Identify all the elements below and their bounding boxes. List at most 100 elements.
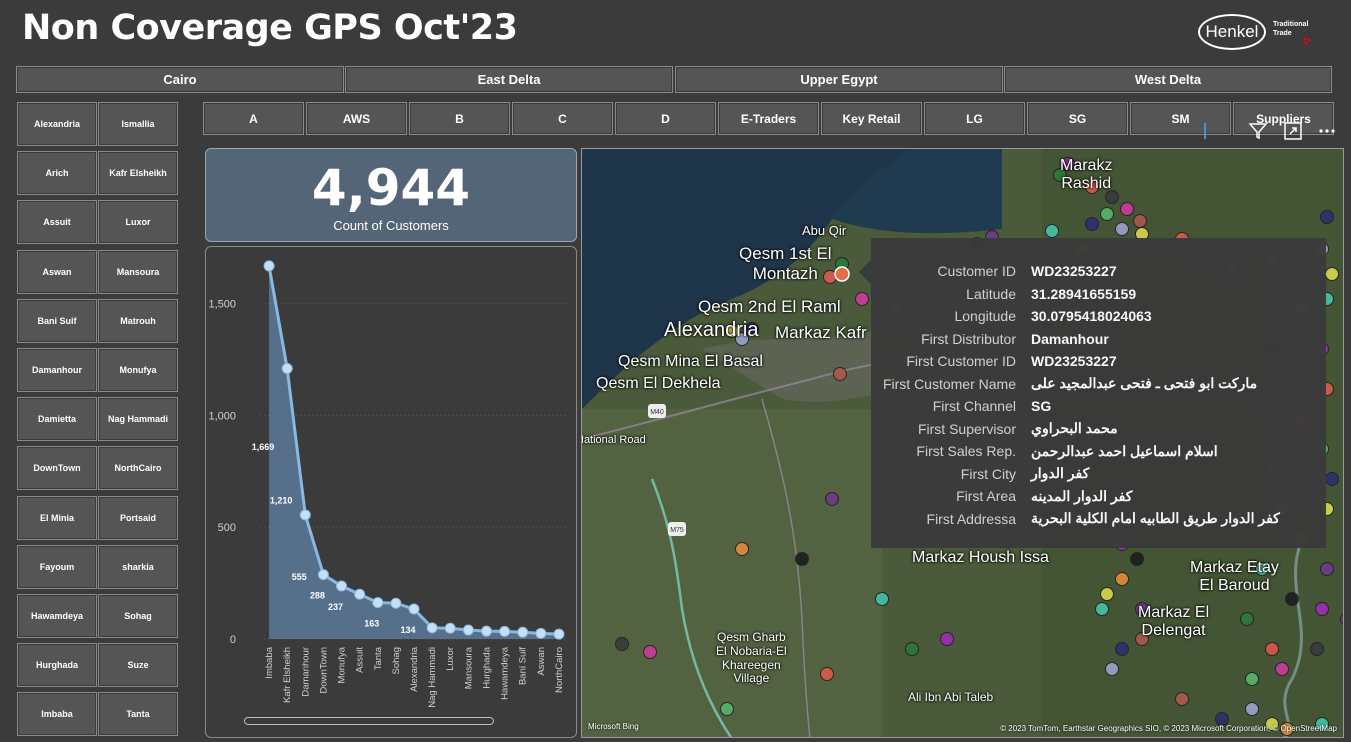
selected-customer-dot[interactable]: [834, 266, 850, 282]
city-button-kafr-elsheikh[interactable]: Kafr Elsheikh: [98, 151, 178, 196]
city-button-downtown[interactable]: DownTown: [17, 446, 97, 491]
customer-dot[interactable]: [1275, 662, 1289, 676]
data-point[interactable]: [390, 597, 402, 609]
data-point[interactable]: [299, 509, 311, 521]
customer-dot[interactable]: [1175, 692, 1189, 706]
city-button-tanta[interactable]: Tanta: [98, 692, 178, 737]
city-button-ismallia[interactable]: Ismallia: [98, 102, 178, 146]
customer-dot[interactable]: [1325, 267, 1339, 281]
city-button-sharkia[interactable]: sharkia: [98, 544, 178, 589]
channel-button-c[interactable]: C: [512, 102, 613, 135]
city-button-imbaba[interactable]: Imbaba: [17, 692, 97, 737]
filter-icon[interactable]: [1245, 118, 1271, 144]
customer-dot[interactable]: [1095, 602, 1109, 616]
city-button-fayoum[interactable]: Fayoum: [17, 544, 97, 589]
data-point[interactable]: [317, 569, 329, 581]
customer-dot[interactable]: [1115, 572, 1129, 586]
channel-button-e-traders[interactable]: E-Traders: [718, 102, 819, 135]
region-button-cairo[interactable]: Cairo: [16, 66, 344, 93]
city-button-matrouh[interactable]: Matrouh: [98, 298, 178, 343]
data-point[interactable]: [517, 626, 529, 638]
city-button-mansoura[interactable]: Mansoura: [98, 249, 178, 294]
customer-dot[interactable]: [1115, 642, 1129, 656]
chart-scrollbar[interactable]: [244, 717, 494, 725]
region-button-west-delta[interactable]: West Delta: [1004, 66, 1332, 93]
data-point[interactable]: [354, 588, 366, 600]
customer-dot[interactable]: [1115, 222, 1129, 236]
more-options-icon[interactable]: [1314, 118, 1340, 144]
data-point[interactable]: [499, 625, 511, 637]
customer-dot[interactable]: [1245, 702, 1259, 716]
region-button-upper-egypt[interactable]: Upper Egypt: [675, 66, 1003, 93]
customer-dot[interactable]: [825, 492, 839, 506]
customer-dot[interactable]: [1315, 602, 1329, 616]
customer-dot[interactable]: [1100, 587, 1114, 601]
customer-dot[interactable]: [615, 637, 629, 651]
customer-dot[interactable]: [735, 542, 749, 556]
customer-dot[interactable]: [1245, 672, 1259, 686]
customer-dot[interactable]: [1105, 662, 1119, 676]
data-point[interactable]: [336, 580, 348, 592]
data-point[interactable]: [535, 627, 547, 639]
customer-dot[interactable]: [875, 592, 889, 606]
info-icon[interactable]: [1192, 118, 1218, 144]
customer-dot[interactable]: [1133, 214, 1147, 228]
channel-button-lg[interactable]: LG: [924, 102, 1025, 135]
customer-dot[interactable]: [905, 642, 919, 656]
customer-dot[interactable]: [1320, 210, 1334, 224]
city-button-monufya[interactable]: Monufya: [98, 348, 178, 392]
channel-button-key-retail[interactable]: Key Retail: [821, 102, 922, 135]
city-button-luxor[interactable]: Luxor: [98, 200, 178, 245]
customer-dot[interactable]: [1130, 552, 1144, 566]
customer-dot[interactable]: [1325, 472, 1339, 486]
data-point[interactable]: [426, 622, 438, 634]
city-button-sohag[interactable]: Sohag: [98, 594, 178, 638]
city-button-nag-hammadi[interactable]: Nag Hammadi: [98, 397, 178, 442]
city-button-hurghada[interactable]: Hurghada: [17, 643, 97, 688]
x-tick-label: Hawamdeya: [500, 646, 511, 700]
customer-dot[interactable]: [1320, 562, 1334, 576]
channel-button-a[interactable]: A: [203, 102, 304, 135]
city-button-assuit[interactable]: Assuit: [17, 200, 97, 245]
region-button-east-delta[interactable]: East Delta: [345, 66, 673, 93]
city-button-el-minia[interactable]: El Minia: [17, 495, 97, 540]
data-point[interactable]: [263, 260, 275, 272]
channel-button-aws[interactable]: AWS: [306, 102, 407, 135]
customer-dot[interactable]: [1285, 592, 1299, 606]
city-button-suze[interactable]: Suze: [98, 643, 178, 688]
city-button-arich[interactable]: Arich: [17, 151, 97, 196]
customer-dot[interactable]: [833, 367, 847, 381]
data-point[interactable]: [444, 622, 456, 634]
customer-dot[interactable]: [720, 702, 734, 716]
data-point[interactable]: [372, 597, 384, 609]
city-button-northcairo[interactable]: NorthCairo: [98, 446, 178, 491]
city-button-aswan[interactable]: Aswan: [17, 249, 97, 294]
customer-dot[interactable]: [940, 632, 954, 646]
channel-button-sg[interactable]: SG: [1027, 102, 1128, 135]
city-button-portsaid[interactable]: Portsaid: [98, 495, 178, 540]
city-button-bani-suif[interactable]: Bani Suif: [17, 298, 97, 343]
city-button-hawamdeya[interactable]: Hawamdeya: [17, 594, 97, 638]
city-button-alexandria[interactable]: Alexandria: [17, 102, 97, 146]
focus-mode-icon[interactable]: [1280, 118, 1306, 144]
customer-dot[interactable]: [1240, 612, 1254, 626]
customer-dot[interactable]: [855, 292, 869, 306]
customer-dot[interactable]: [795, 552, 809, 566]
city-button-damanhour[interactable]: Damanhour: [17, 348, 97, 392]
data-point[interactable]: [408, 603, 420, 615]
channel-button-d[interactable]: D: [615, 102, 716, 135]
customer-dot[interactable]: [643, 645, 657, 659]
customer-dot[interactable]: [1310, 642, 1324, 656]
channel-button-b[interactable]: B: [409, 102, 510, 135]
data-point[interactable]: [281, 363, 293, 375]
data-point[interactable]: [480, 625, 492, 637]
customer-dot[interactable]: [1100, 207, 1114, 221]
city-button-damietta[interactable]: Damietta: [17, 397, 97, 442]
customer-dot[interactable]: [1120, 202, 1134, 216]
customer-dot[interactable]: [820, 667, 834, 681]
data-point[interactable]: [462, 624, 474, 636]
customer-dot[interactable]: [1085, 217, 1099, 231]
data-point[interactable]: [553, 628, 565, 640]
customer-dot[interactable]: [1265, 642, 1279, 656]
customer-dot[interactable]: [1045, 224, 1059, 238]
